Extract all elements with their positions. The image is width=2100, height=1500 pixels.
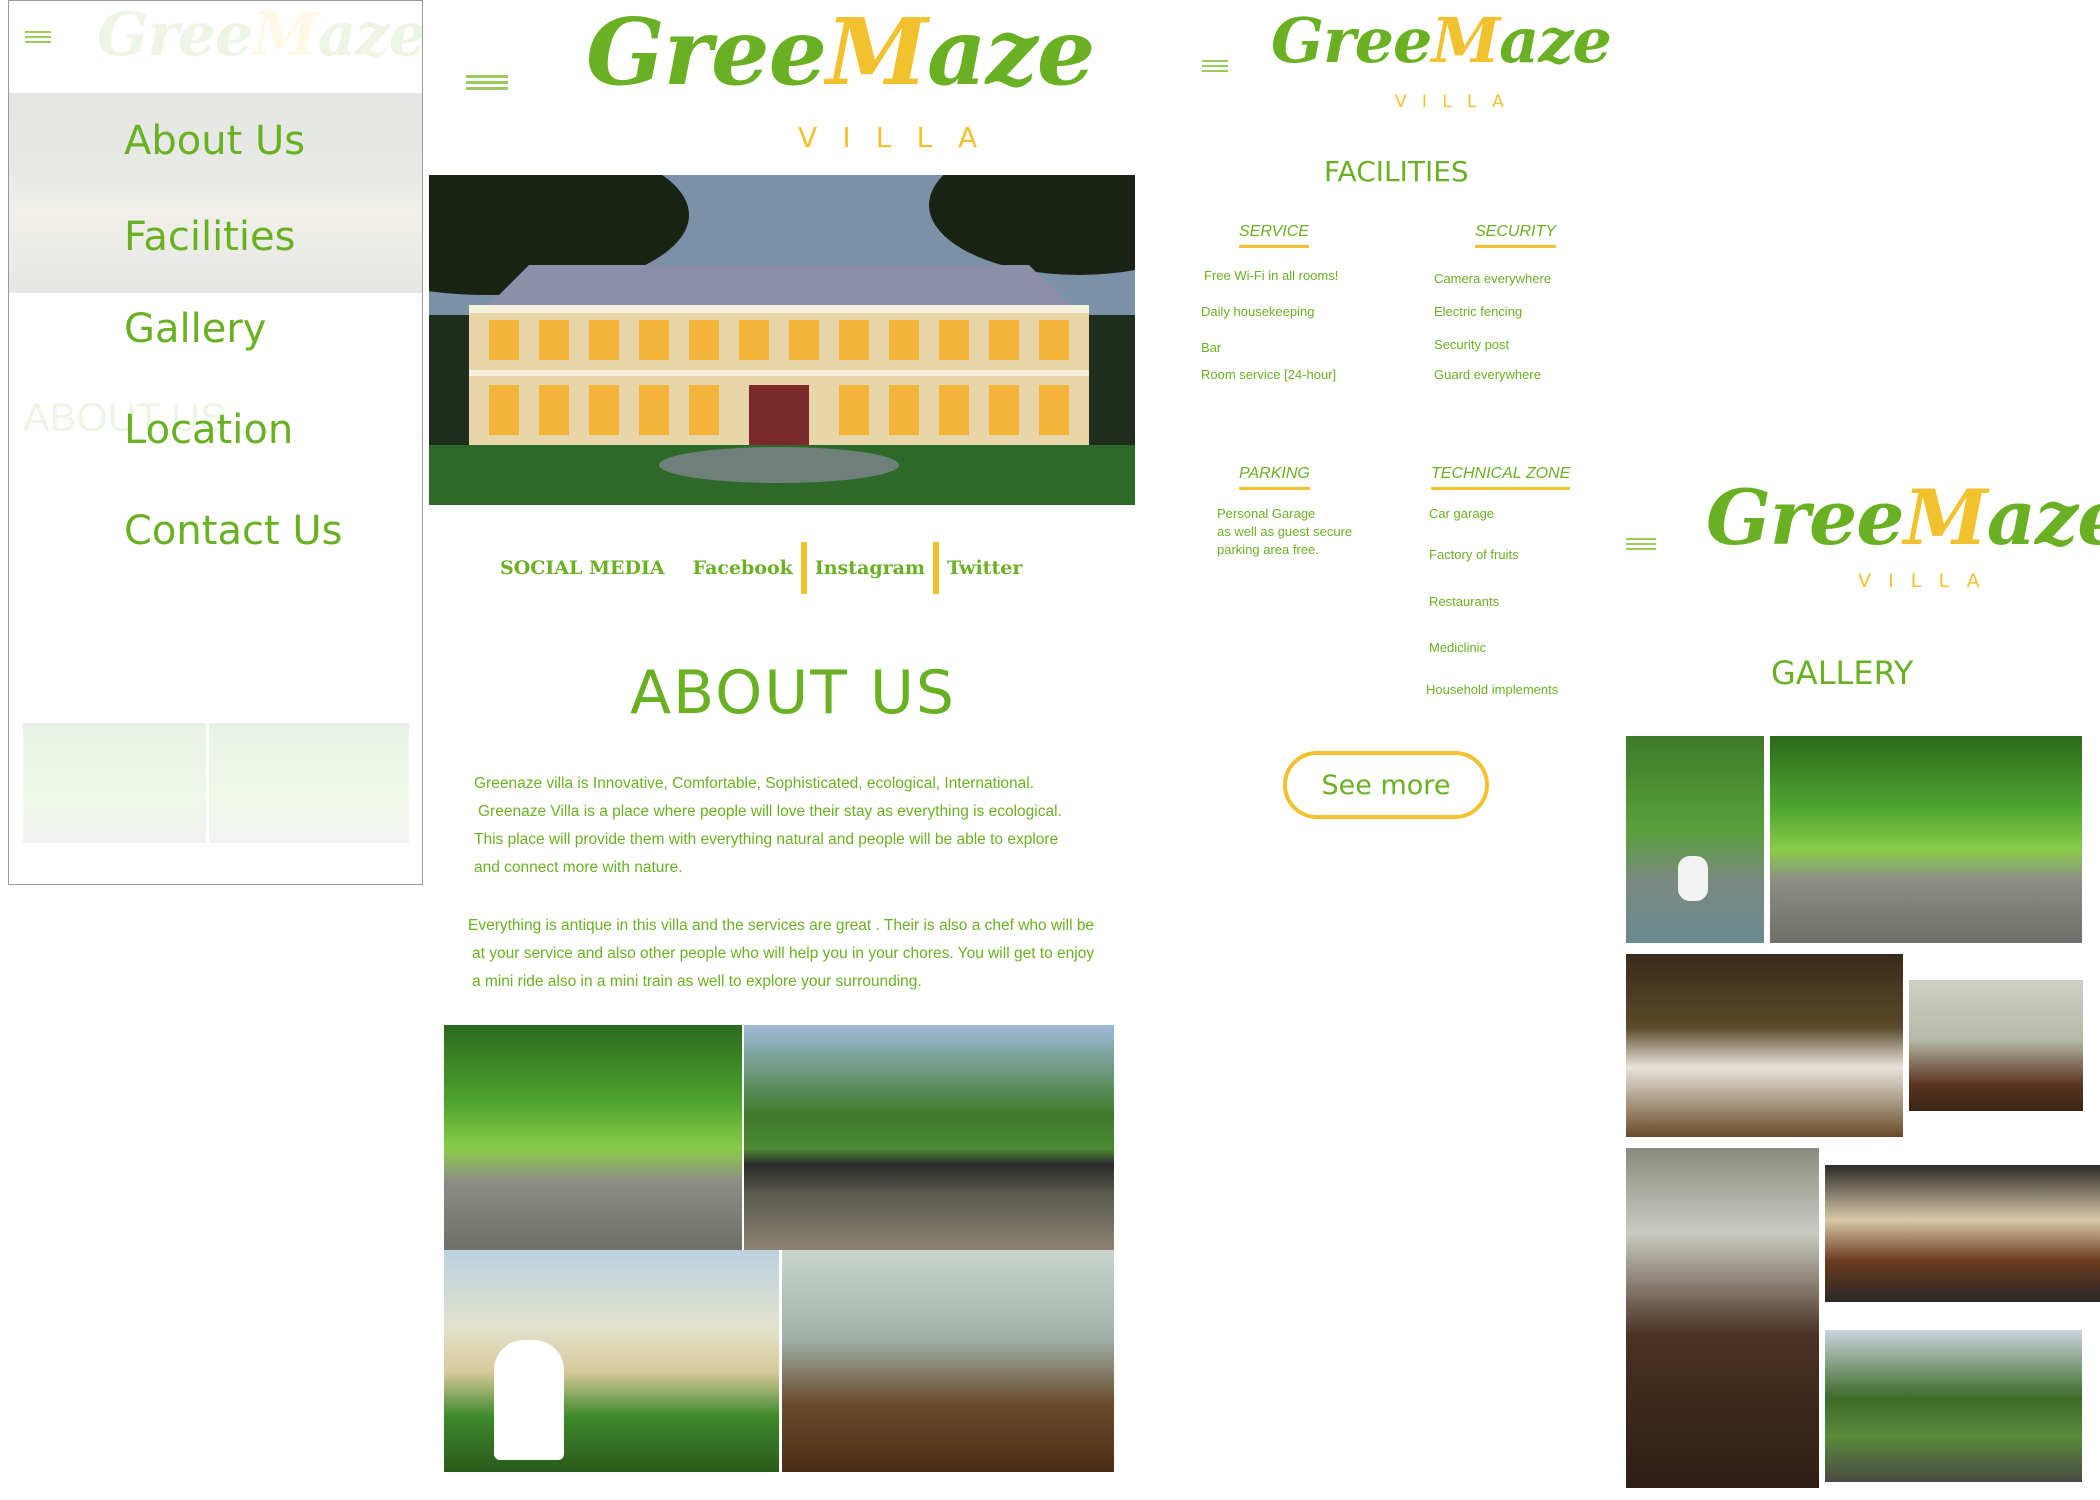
twitter-link[interactable]: Twitter [947,557,1022,579]
security-item: Security post [1434,337,1510,352]
instagram-link[interactable]: Instagram [815,557,925,579]
gallery-room-photo[interactable] [1909,980,2083,1111]
menu-item-location[interactable]: Location [124,407,293,453]
gallery-desserts-photo[interactable] [1825,1165,2100,1302]
social-media-label: SOCIAL MEDIA [500,557,665,579]
collage-train-photo [744,1025,1114,1250]
service-heading: SERVICE [1239,223,1309,248]
parking-text: Personal Garage as well as guest secure … [1217,506,1353,557]
about-us-title: ABOUT US [630,658,957,728]
technical-zone-heading: TECHNICAL ZONE [1431,465,1571,490]
facilities-title: FACILITIES [1324,155,1469,188]
service-item: Bar [1201,340,1222,355]
menu-panel: GreeMaze ABOUT US About Us Facilities Ga… [8,0,423,885]
facilities-logo[interactable]: GreeMaze VILLA [1271,10,1612,112]
technical-item: Factory of fruits [1429,547,1519,562]
menu-item-contact-us[interactable]: Contact Us [124,508,342,554]
technical-item: Mediclinic [1429,640,1487,655]
see-more-button[interactable]: See more [1283,751,1489,819]
service-item: Daily housekeeping [1201,304,1315,319]
menu-hamburger-icon[interactable] [25,31,51,46]
home-hamburger-icon[interactable] [466,75,508,93]
gallery-hamburger-icon[interactable] [1626,538,1656,553]
social-divider [800,542,807,594]
statue-shape [1678,856,1708,901]
about-paragraph-1: Greenaze villa is Innovative, Comfortabl… [474,775,1062,876]
service-item: Free Wi-Fi in all rooms! [1204,268,1339,283]
logo-villa-text: VILLA [1858,570,1997,592]
parking-heading: PARKING [1239,465,1310,490]
menu-item-about-us[interactable]: About Us [124,118,305,164]
service-item: Room service [24-hour] [1201,367,1337,382]
about-paragraph-2: Everything is antique in this villa and … [468,917,1095,990]
technical-item: Car garage [1429,506,1495,521]
security-heading: SECURITY [1475,223,1556,248]
gallery-garden-view-photo[interactable] [1825,1330,2082,1482]
collage-chef-photo [444,1250,779,1472]
technical-item: Household implements [1426,682,1559,697]
security-item: Camera everywhere [1434,271,1552,286]
gallery-fountain-photo[interactable] [1626,736,1764,943]
chef-figure [494,1340,564,1460]
home-logo[interactable]: GreeMaze VILLA [586,6,1095,152]
social-media-bar: SOCIAL MEDIA Facebook Instagram Twitter [500,538,1022,598]
logo-villa-text: VILLA [798,121,1003,154]
menu-item-facilities[interactable]: Facilities [124,214,295,260]
gallery-tree-avenue-photo[interactable] [1770,736,2082,943]
social-divider [933,542,940,594]
gallery-title: GALLERY [1771,654,1914,692]
gallery-bedroom-photo[interactable] [1626,1148,1819,1488]
facilities-hamburger-icon[interactable] [1202,60,1228,75]
facebook-link[interactable]: Facebook [693,557,793,579]
faded-logo: GreeMaze [97,0,423,70]
security-item: Guard everywhere [1434,367,1541,382]
faded-photo-1 [23,723,206,843]
security-item: Electric fencing [1434,304,1523,319]
logo-villa-text: VILLA [1395,92,1520,112]
menu-item-gallery[interactable]: Gallery [124,306,266,352]
gallery-restaurant-photo[interactable] [1626,954,1903,1137]
collage-tree-avenue-photo [444,1025,742,1250]
gallery-logo[interactable]: GreeMaze VILLA [1706,480,2100,592]
faded-photo-2 [209,723,409,843]
villa-hero-image [429,175,1135,505]
technical-item: Restaurants [1429,594,1500,609]
collage-dining-room-photo [782,1250,1114,1472]
